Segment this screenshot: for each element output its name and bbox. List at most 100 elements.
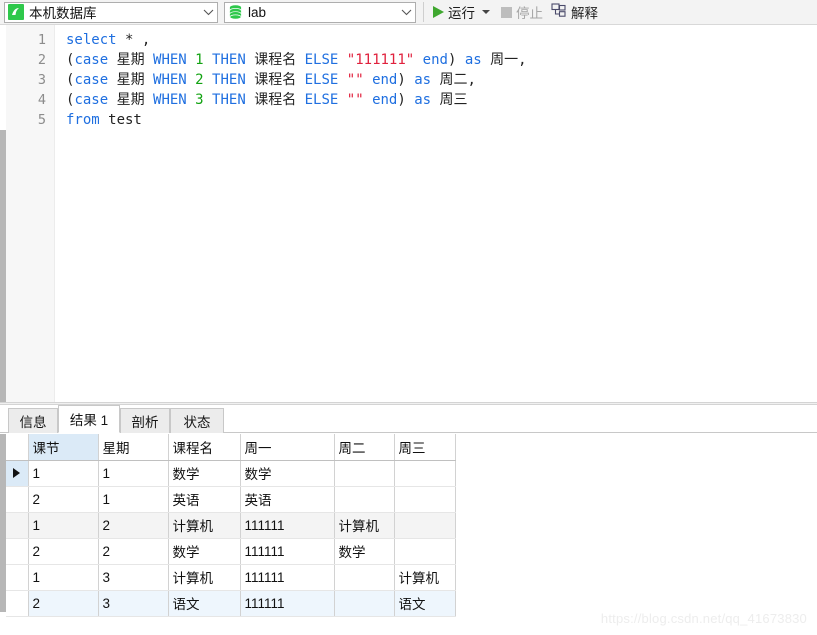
row-indicator-cell[interactable] (6, 538, 29, 565)
column-header[interactable]: 周一 (240, 434, 335, 461)
table-cell[interactable] (394, 538, 456, 565)
explain-button[interactable]: 解释 (547, 1, 602, 23)
table-cell[interactable]: 数学 (334, 538, 395, 565)
code-token: 星期 (108, 72, 154, 88)
column-header[interactable]: 周二 (334, 434, 395, 461)
table-cell[interactable]: 英语 (240, 486, 335, 513)
editor-line-numbers: 1 2 3 4 5 (6, 25, 54, 130)
result-tab[interactable]: 剖析 (120, 408, 170, 433)
table-body[interactable]: 1 1 数学 数学 2 1 英语 英语 1 2 计算机 111111 计算机 2 2 数学 111111 数学 1 3… (6, 460, 456, 617)
result-tabstrip: 信息 结果 1 剖析 状态 (0, 405, 817, 433)
table-cell[interactable]: 2 (28, 590, 99, 617)
result-tab[interactable]: 信息 (8, 408, 58, 433)
column-header[interactable]: 星期 (98, 434, 169, 461)
table-cell[interactable]: 数学 (168, 538, 241, 565)
stop-button[interactable]: 停止 (497, 1, 547, 23)
table-cell[interactable]: 英语 (168, 486, 241, 513)
code-line[interactable]: (case 星期 WHEN 2 THEN 课程名 ELSE "" end) as… (56, 70, 817, 90)
table-cell[interactable]: 语文 (394, 590, 456, 617)
code-token: case (74, 72, 109, 88)
code-token: ) (397, 72, 415, 88)
row-indicator-cell[interactable] (6, 486, 29, 513)
table-row[interactable]: 2 2 数学 111111 数学 (6, 538, 456, 565)
result-grid[interactable]: 课节 星期 课程名 周一 周二 周三 1 1 数学 数学 2 1 英语 英语 1 2 计算机 111111 计算机… (0, 434, 817, 635)
code-token: case (74, 92, 109, 108)
code-token: ) (397, 92, 415, 108)
code-token: THEN (212, 52, 246, 68)
table-row[interactable]: 1 3 计算机 111111 计算机 (6, 564, 456, 591)
table-cell[interactable] (334, 590, 395, 617)
table-row[interactable]: 1 1 数学 数学 (6, 460, 456, 487)
connection-selector[interactable]: 本机数据库 (4, 1, 218, 23)
table-cell[interactable]: 111111 (240, 538, 335, 565)
table-cell[interactable]: 2 (98, 538, 169, 565)
row-indicator-cell[interactable] (6, 512, 29, 539)
table-cell[interactable]: 1 (98, 486, 169, 513)
table-cell[interactable] (334, 460, 395, 487)
run-dropdown-caret-icon[interactable] (482, 10, 490, 14)
chevron-down-icon[interactable] (397, 3, 415, 22)
table-cell[interactable]: 1 (28, 564, 99, 591)
table-cell[interactable]: 2 (28, 538, 99, 565)
column-header[interactable]: 周三 (394, 434, 456, 461)
sql-code-area[interactable]: select * , (case 星期 WHEN 1 THEN 课程名 ELSE … (56, 25, 817, 402)
result-tab-label: 状态 (183, 415, 211, 430)
table-cell[interactable] (394, 460, 456, 487)
table-cell[interactable]: 计算机 (394, 564, 456, 591)
run-button[interactable]: 运行 (429, 1, 497, 23)
table-row[interactable]: 2 3 语文 111111 语文 (6, 590, 456, 617)
row-indicator-cell[interactable] (6, 590, 29, 617)
chevron-down-icon[interactable] (199, 3, 217, 22)
table-cell[interactable]: 计算机 (168, 564, 241, 591)
table-row[interactable]: 1 2 计算机 111111 计算机 (6, 512, 456, 539)
code-line[interactable]: (case 星期 WHEN 1 THEN 课程名 ELSE "111111" e… (56, 50, 817, 70)
table-cell[interactable]: 数学 (240, 460, 335, 487)
code-token: WHEN (153, 52, 187, 68)
table-row[interactable]: 2 1 英语 英语 (6, 486, 456, 513)
table-cell[interactable] (394, 512, 456, 539)
column-header[interactable]: 课节 (28, 434, 99, 461)
table-cell[interactable]: 计算机 (168, 512, 241, 539)
explain-icon (551, 3, 567, 21)
table-cell[interactable]: 1 (28, 512, 99, 539)
code-line[interactable]: (case 星期 WHEN 3 THEN 课程名 ELSE "" end) as… (56, 90, 817, 110)
result-tab[interactable]: 结果 1 (58, 405, 120, 433)
result-table[interactable]: 课节 星期 课程名 周一 周二 周三 1 1 数学 数学 2 1 英语 英语 1 2 计算机 111111 计算机… (6, 434, 456, 617)
code-token: ELSE (304, 52, 339, 68)
code-token: end (372, 72, 398, 88)
database-selector[interactable]: lab (224, 1, 416, 23)
table-cell[interactable]: 语文 (168, 590, 241, 617)
code-line[interactable]: from test (56, 110, 817, 130)
table-cell[interactable]: 数学 (168, 460, 241, 487)
table-cell[interactable]: 1 (28, 460, 99, 487)
table-cell[interactable]: 111111 (240, 590, 335, 617)
watermark-text: https://blog.csdn.net/qq_41673830 (600, 611, 807, 626)
table-cell[interactable]: 1 (98, 460, 169, 487)
code-line[interactable]: select * , (56, 30, 817, 50)
table-cell[interactable]: 111111 (240, 512, 335, 539)
sql-editor[interactable]: 12345 select * , (case 星期 WHEN 1 THEN 课程名… (0, 25, 817, 402)
column-header[interactable]: 课程名 (168, 434, 241, 461)
code-token: 2 (195, 72, 204, 88)
row-indicator-cell[interactable] (6, 460, 29, 487)
table-cell[interactable] (334, 486, 395, 513)
table-cell[interactable]: 111111 (240, 564, 335, 591)
table-cell[interactable]: 3 (98, 590, 169, 617)
table-cell[interactable] (334, 564, 395, 591)
code-token: , (133, 32, 151, 48)
table-cell[interactable] (394, 486, 456, 513)
play-icon (433, 6, 444, 18)
code-token: 星期 (108, 52, 154, 68)
table-cell[interactable]: 3 (98, 564, 169, 591)
result-tab[interactable]: 状态 (170, 408, 224, 433)
row-indicator-header (6, 434, 29, 461)
code-token: 周一, (481, 52, 527, 68)
row-indicator-cell[interactable] (6, 564, 29, 591)
stop-button-label: 停止 (516, 6, 543, 21)
table-cell[interactable]: 2 (28, 486, 99, 513)
table-cell[interactable]: 2 (98, 512, 169, 539)
line-number: 2 (37, 52, 46, 68)
table-cell[interactable]: 计算机 (334, 512, 395, 539)
